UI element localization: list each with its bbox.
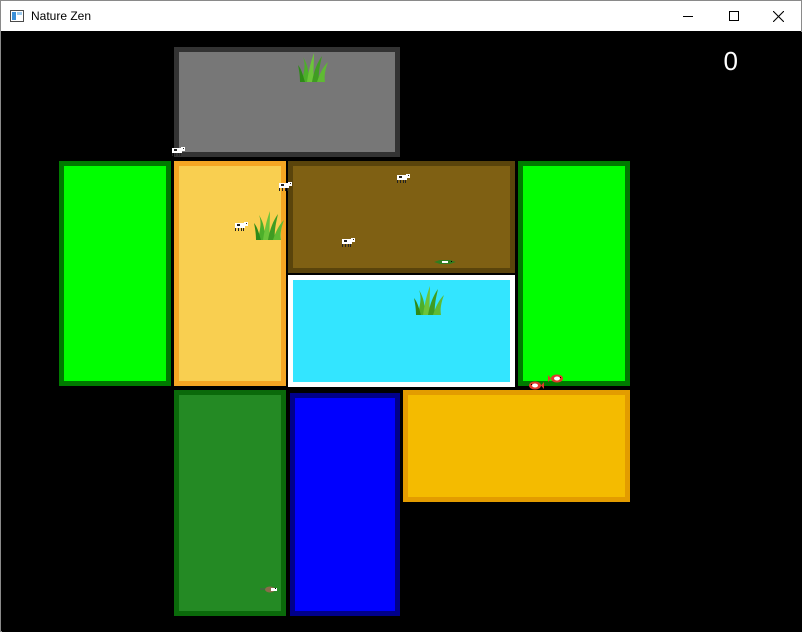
cow-icon[interactable]	[278, 182, 292, 191]
fish-icon[interactable]	[548, 374, 564, 383]
tile-forest-green[interactable]	[174, 390, 286, 616]
crocodile-icon[interactable]	[434, 258, 456, 266]
maximize-icon	[729, 11, 739, 21]
cow-icon[interactable]	[234, 222, 248, 231]
tile-gold-field[interactable]	[403, 390, 630, 502]
cow-icon[interactable]	[171, 147, 185, 156]
cow-icon[interactable]	[396, 174, 410, 183]
title-bar[interactable]: Nature Zen	[1, 1, 801, 31]
tile-lime-meadow-left[interactable]	[59, 161, 171, 386]
tile-sand-field[interactable]	[174, 161, 286, 386]
tile-gray-plot[interactable]	[174, 47, 400, 157]
tile-lime-meadow-right[interactable]	[518, 161, 630, 386]
game-window: Nature Zen 0	[0, 0, 802, 632]
minimize-icon	[683, 16, 693, 17]
grass-tuft-icon[interactable]	[414, 284, 446, 316]
fish-icon[interactable]	[528, 381, 544, 390]
game-playfield[interactable]: 0	[2, 32, 802, 632]
grass-tuft-icon[interactable]	[298, 51, 330, 83]
grass-tuft-icon[interactable]	[254, 209, 286, 241]
tile-deep-blue-water[interactable]	[290, 393, 400, 616]
tile-cyan-pond[interactable]	[288, 275, 515, 387]
maximize-button[interactable]	[711, 1, 757, 31]
close-button[interactable]	[755, 1, 801, 31]
minimize-button[interactable]	[665, 1, 711, 31]
score-counter: 0	[723, 46, 738, 76]
close-icon	[772, 10, 784, 22]
cow-icon[interactable]	[341, 238, 355, 247]
mouse-icon[interactable]	[260, 585, 278, 593]
app-icon	[10, 10, 24, 22]
window-title: Nature Zen	[31, 9, 92, 23]
